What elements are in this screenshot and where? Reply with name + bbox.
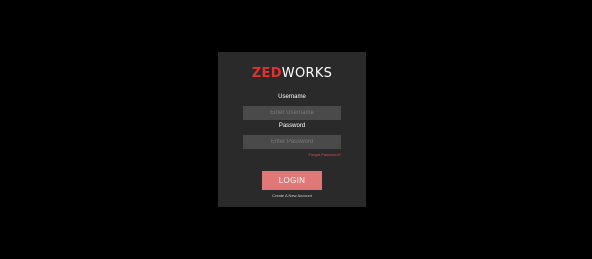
- username-label: Username: [278, 94, 306, 100]
- create-account-link[interactable]: Create A New Account: [218, 193, 366, 198]
- username-input[interactable]: [243, 106, 341, 120]
- password-label: Password: [278, 123, 306, 129]
- login-page: ZEDWORKS Username Password Forgot Passwo…: [0, 0, 592, 259]
- password-input[interactable]: [243, 135, 341, 149]
- forgot-password-link[interactable]: Forgot Password?: [309, 152, 341, 157]
- logo-text-works: WORKS: [281, 66, 333, 81]
- login-button[interactable]: LOGIN: [262, 171, 322, 190]
- logo-text-zed: ZED: [251, 66, 282, 81]
- login-card: ZEDWORKS Username Password Forgot Passwo…: [218, 52, 366, 207]
- zedworks-logo: ZEDWORKS: [218, 67, 366, 81]
